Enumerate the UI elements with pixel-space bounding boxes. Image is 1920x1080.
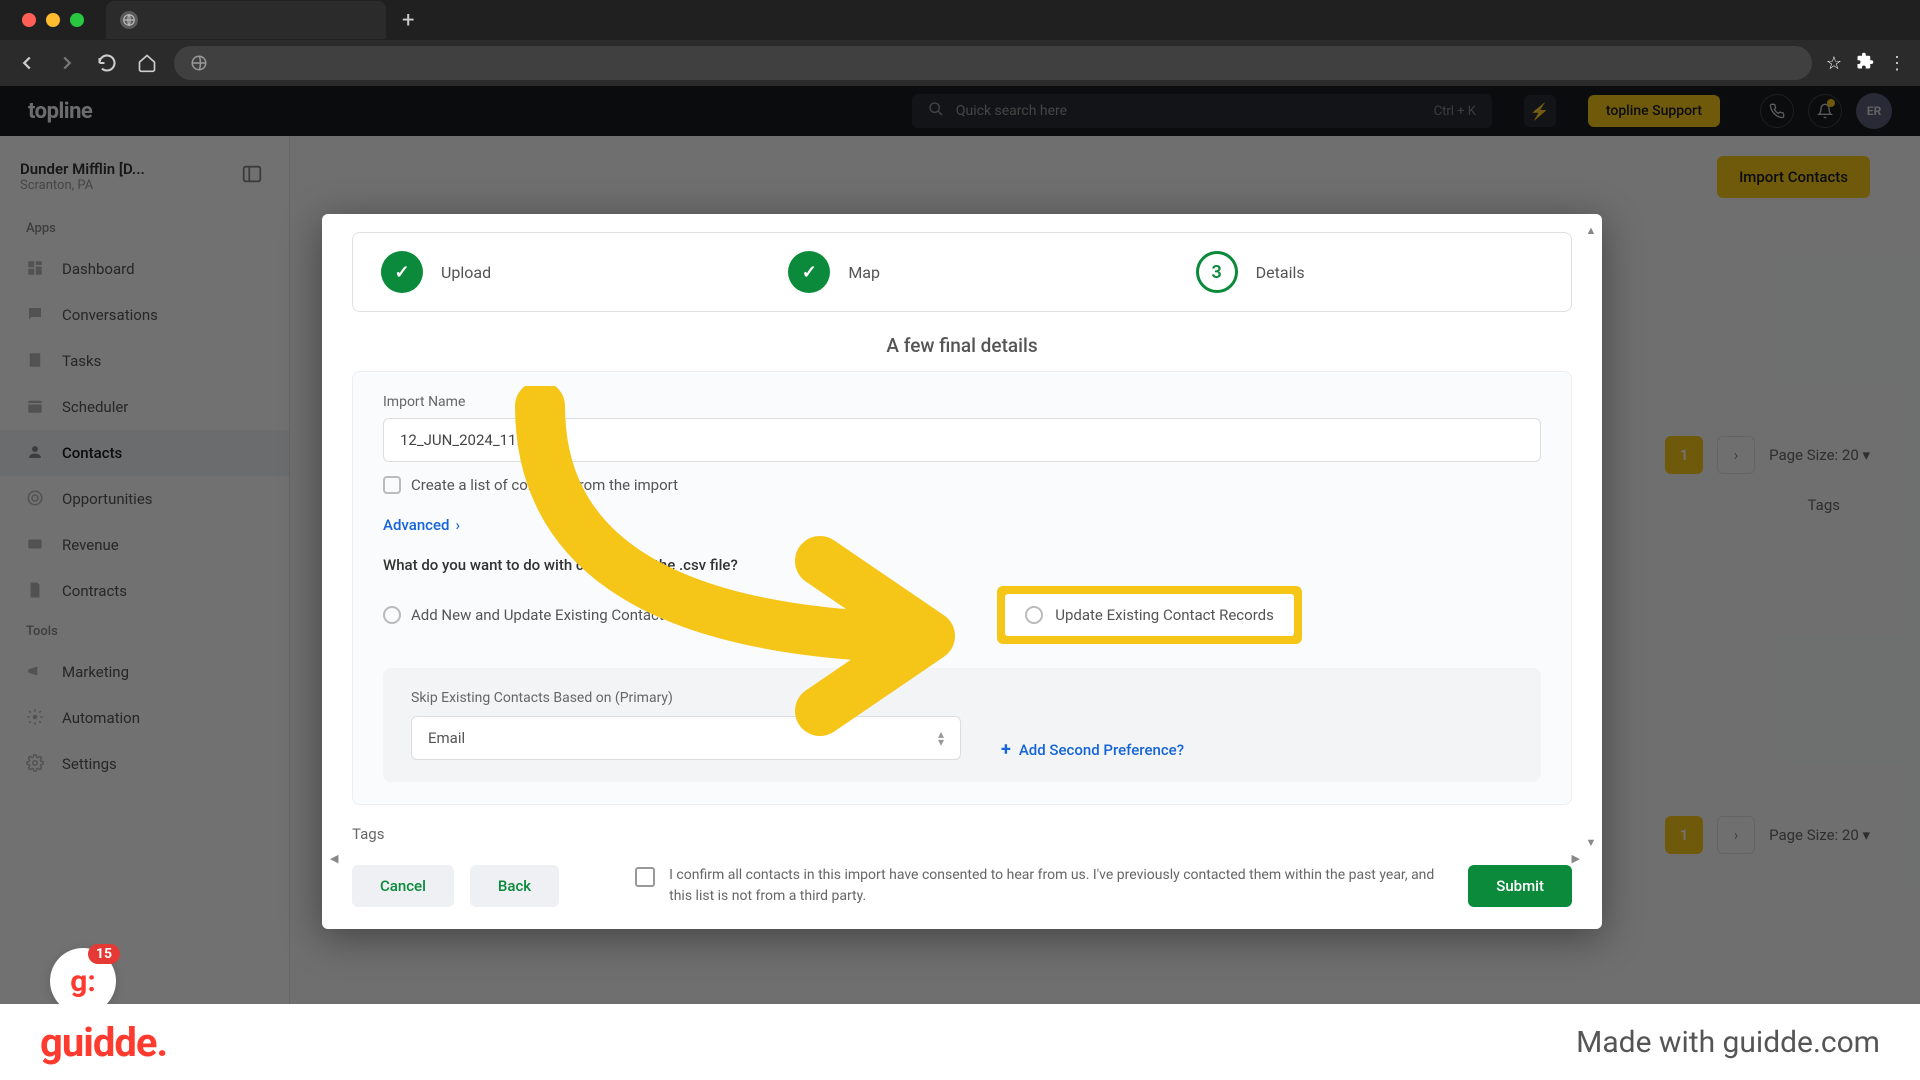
guidde-tagline: Made with guidde.com <box>1576 1025 1880 1060</box>
kebab-menu-icon[interactable]: ⋮ <box>1888 53 1906 74</box>
stepper: ✓ Upload ✓ Map 3 Details <box>352 232 1572 312</box>
import-modal: ✓ Upload ✓ Map 3 Details A few final det… <box>322 214 1602 929</box>
chevron-right-icon: › <box>455 516 460 534</box>
reload-icon[interactable] <box>94 50 120 76</box>
consent-text: I confirm all contacts in this import ha… <box>669 865 1452 907</box>
globe-icon <box>120 11 138 29</box>
modal-title: A few final details <box>322 334 1602 357</box>
new-tab-button[interactable]: + <box>402 8 414 33</box>
step-details: 3 Details <box>1196 251 1543 293</box>
globe-icon <box>190 54 208 72</box>
step-number: 3 <box>1196 251 1238 293</box>
cancel-button[interactable]: Cancel <box>352 865 454 907</box>
scroll-down-icon[interactable]: ▼ <box>1586 836 1597 849</box>
radio-label: Add New and Update Existing Contact Reco… <box>411 606 722 624</box>
step-upload: ✓ Upload <box>381 251 728 293</box>
address-bar[interactable] <box>174 46 1812 80</box>
close-window-icon[interactable] <box>22 13 36 27</box>
modal-scrollbar[interactable]: ▲ ▼ <box>1584 224 1598 849</box>
advanced-toggle[interactable]: Advanced› <box>383 516 1541 534</box>
radio-icon[interactable] <box>1025 606 1043 624</box>
back-button[interactable]: Back <box>470 865 559 907</box>
radio-update-existing[interactable]: Update Existing Contact Records <box>1005 594 1294 636</box>
create-list-label: Create a list of contacts from the impor… <box>411 476 678 494</box>
app: topline Quick search here Ctrl + K ⚡ top… <box>0 86 1920 1080</box>
checkbox-icon[interactable] <box>383 476 401 494</box>
maximize-window-icon[interactable] <box>70 13 84 27</box>
step-label: Details <box>1256 263 1305 282</box>
forward-icon[interactable] <box>54 50 80 76</box>
radio-label: Update Existing Contact Records <box>1055 606 1274 624</box>
plus-icon: + <box>1001 739 1011 760</box>
import-name-label: Import Name <box>383 394 1541 410</box>
radio-group: Add New and Update Existing Contact Reco… <box>383 586 1541 644</box>
guidde-logo: guidde. <box>40 1019 167 1066</box>
guidde-glyph: g: <box>70 964 96 999</box>
tags-section-label: Tags <box>352 825 1602 843</box>
skip-label: Skip Existing Contacts Based on (Primary… <box>411 690 961 706</box>
back-icon[interactable] <box>14 50 40 76</box>
browser-tab[interactable] <box>106 1 386 39</box>
guidde-footer: guidde. Made with guidde.com <box>0 1004 1920 1080</box>
create-list-checkbox-row[interactable]: Create a list of contacts from the impor… <box>383 476 1541 494</box>
import-name-input[interactable] <box>383 418 1541 462</box>
skip-existing-block: Skip Existing Contacts Based on (Primary… <box>383 668 1541 782</box>
browser-actions: ☆ ⋮ <box>1826 52 1906 75</box>
home-icon[interactable] <box>134 50 160 76</box>
bookmark-icon[interactable]: ☆ <box>1826 53 1842 74</box>
skip-primary-select[interactable]: Email ▴▾ <box>411 716 961 760</box>
add-second-preference[interactable]: + Add Second Preference? <box>1001 739 1184 760</box>
step-label: Upload <box>441 263 491 282</box>
submit-button[interactable]: Submit <box>1468 865 1572 907</box>
consent-row[interactable]: I confirm all contacts in this import ha… <box>635 865 1452 907</box>
window-controls <box>10 13 96 27</box>
step-label: Map <box>848 263 880 282</box>
select-value: Email <box>428 729 465 747</box>
tab-strip: + <box>0 0 1920 40</box>
scroll-left-icon[interactable]: ◀ <box>330 852 338 865</box>
check-icon: ✓ <box>381 251 423 293</box>
step-map: ✓ Map <box>788 251 1135 293</box>
scroll-up-icon[interactable]: ▲ <box>1586 224 1597 237</box>
chevron-updown-icon: ▴▾ <box>938 730 944 747</box>
check-icon: ✓ <box>788 251 830 293</box>
modal-body: Import Name Create a list of contacts fr… <box>352 371 1572 805</box>
scroll-right-icon[interactable]: ▶ <box>1572 852 1580 865</box>
radio-add-and-update[interactable]: Add New and Update Existing Contact Reco… <box>383 606 722 624</box>
highlight-annotation: Update Existing Contact Records <box>997 586 1302 644</box>
import-question: What do you want to do with contacts in … <box>383 556 1541 574</box>
radio-icon[interactable] <box>383 606 401 624</box>
modal-hscrollbar[interactable]: ◀ ▶ <box>330 851 1580 865</box>
browser-toolbar: ☆ ⋮ <box>0 40 1920 86</box>
checkbox-icon[interactable] <box>635 867 655 887</box>
badge-count: 15 <box>88 944 120 964</box>
browser-chrome: + ☆ ⋮ <box>0 0 1920 86</box>
extensions-icon[interactable] <box>1856 52 1874 75</box>
minimize-window-icon[interactable] <box>46 13 60 27</box>
